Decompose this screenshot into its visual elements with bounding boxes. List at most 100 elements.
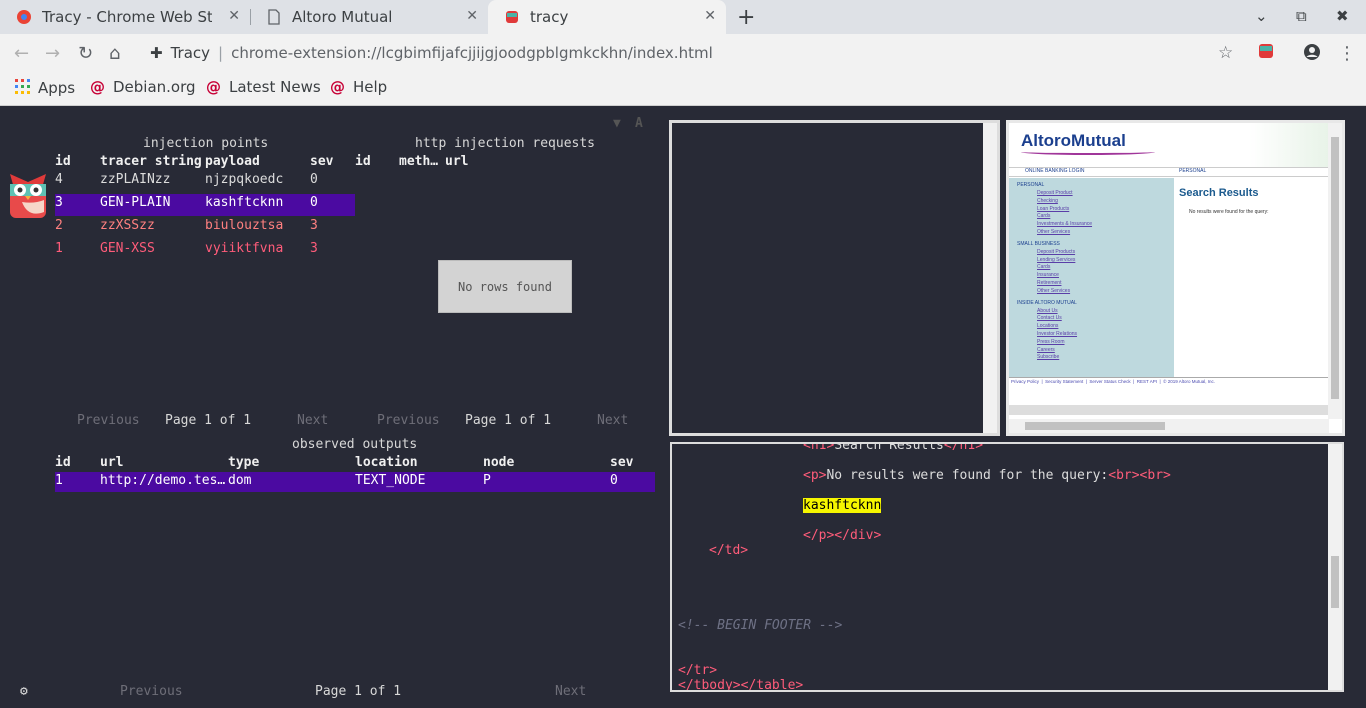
tab-search-icon[interactable]: ⌄ — [1255, 7, 1268, 25]
tab-altoro-mutual[interactable]: Altoro Mutual ✕ — [250, 0, 488, 34]
tracy-extension-icon[interactable] — [1258, 43, 1274, 64]
menu-icon[interactable]: ⋮ — [1338, 43, 1356, 64]
col-id[interactable]: id — [355, 154, 371, 169]
profile-icon[interactable] — [1303, 43, 1321, 66]
altoro-nav-link[interactable]: Locations — [1037, 323, 1058, 329]
altoro-nav-link[interactable]: Retirement — [1037, 280, 1061, 286]
altoro-nav-link[interactable]: Careers — [1037, 347, 1055, 353]
cell-tracer: zzXSSzz — [100, 218, 155, 233]
tab-chrome-web-store[interactable]: Tracy - Chrome Web Store ✕ — [0, 0, 250, 34]
altoro-nav-link[interactable]: Lending Services — [1037, 257, 1075, 263]
altoro-nav-link[interactable]: Deposit Product — [1037, 190, 1073, 196]
altoro-nav-link[interactable]: Other Services — [1037, 229, 1070, 235]
col-id[interactable]: id — [55, 455, 71, 470]
settings-gear-icon[interactable]: ⚙ — [20, 684, 28, 699]
cell-payload: biulouztsa — [205, 218, 284, 233]
next-button[interactable]: Next — [597, 413, 628, 428]
restore-icon[interactable]: ⧉ — [1296, 7, 1307, 25]
font-size-icon[interactable]: A — [635, 116, 643, 131]
cell-payload: kashftcknn — [205, 195, 284, 210]
cell-id: 3 — [55, 195, 63, 210]
bookmark-debian[interactable]: @ Debian.org — [90, 78, 196, 96]
omnibox-separator: | — [218, 44, 224, 62]
col-method[interactable]: meth… — [399, 154, 438, 169]
cell-payload: vyiiktfvna — [205, 241, 284, 256]
code-p-text: No results were found for the query: — [826, 468, 1109, 483]
filter-icon[interactable]: ▼ — [613, 116, 621, 131]
col-tracer-string[interactable]: tracer string — [100, 154, 202, 169]
debian-swirl-icon: @ — [330, 78, 345, 96]
bookmark-star-icon[interactable]: ☆ — [1218, 43, 1233, 63]
tab-title: Altoro Mutual — [292, 8, 393, 26]
altoro-nav-link[interactable]: Insurance — [1037, 272, 1059, 278]
altoro-nav-link[interactable]: Investments & Insurance — [1037, 221, 1092, 227]
close-icon[interactable]: ✕ — [704, 8, 716, 24]
altoro-nav-link[interactable]: Contact Us — [1037, 315, 1062, 321]
close-icon[interactable]: ✕ — [228, 8, 240, 24]
col-url[interactable]: url — [445, 154, 468, 169]
new-tab-button[interactable]: + — [737, 5, 755, 30]
col-location[interactable]: location — [355, 455, 418, 470]
bookmark-apps[interactable]: Apps — [14, 78, 75, 98]
bookmark-latest-news[interactable]: @ Latest News — [206, 78, 321, 96]
bookmark-label: Latest News — [229, 78, 321, 96]
url-text[interactable]: chrome-extension://lcgbimfijafcjjijgjood… — [231, 44, 713, 62]
code-h1-text: Search Results — [834, 442, 944, 453]
altoro-nav-link[interactable]: Checking — [1037, 198, 1058, 204]
col-node[interactable]: node — [483, 455, 514, 470]
cell-payload: njzpqkoedc — [205, 172, 284, 187]
altoro-nav-link[interactable]: Deposit Products — [1037, 249, 1075, 255]
prev-button[interactable]: Previous — [377, 413, 440, 428]
cell-node: P — [483, 473, 491, 488]
altoro-heading: Search Results — [1179, 187, 1259, 199]
personal-tab[interactable]: PERSONAL — [1179, 168, 1206, 174]
source-code-view: <h1>Search Results</h1> <p>No results we… — [670, 442, 1344, 692]
col-id[interactable]: id — [55, 154, 71, 169]
altoro-section-title[interactable]: INSIDE ALTORO MUTUAL — [1017, 300, 1077, 306]
address-bar[interactable]: ✚ Tracy | chrome-extension://lcgbimfijaf… — [138, 38, 1248, 68]
cell-id: 2 — [55, 218, 63, 233]
reload-icon[interactable]: ↻ — [78, 43, 93, 64]
cell-id: 1 — [55, 473, 63, 488]
altoro-nav-link[interactable]: Investor Relations — [1037, 331, 1077, 337]
altoro-nav-link[interactable]: Cards — [1037, 264, 1050, 270]
scrollbar[interactable] — [1328, 123, 1342, 419]
altoro-nav-link[interactable]: Cards — [1037, 213, 1050, 219]
page-indicator: Page 1 of 1 — [165, 413, 252, 428]
altoro-nav-link[interactable]: Other Services — [1037, 288, 1070, 294]
debian-swirl-icon: @ — [206, 78, 221, 96]
debian-swirl-icon: @ — [90, 78, 105, 96]
login-link[interactable]: ONLINE BANKING LOGIN — [1025, 168, 1084, 174]
col-url[interactable]: url — [100, 455, 123, 470]
col-sev[interactable]: sev — [310, 154, 333, 169]
altoro-sidebar: PERSONAL Deposit Product Checking Loan Prod… — [1009, 178, 1174, 378]
prev-button[interactable]: Previous — [120, 684, 183, 699]
next-button[interactable]: Next — [297, 413, 328, 428]
cell-url: http://demo.tes… — [100, 473, 225, 488]
scrollbar[interactable] — [983, 123, 997, 433]
close-window-icon[interactable]: ✖ — [1336, 7, 1349, 25]
forward-icon[interactable]: → — [45, 43, 60, 64]
close-icon[interactable]: ✕ — [466, 8, 478, 24]
horizontal-scrollbar[interactable] — [1009, 419, 1329, 433]
col-payload[interactable]: payload — [205, 154, 260, 169]
col-type[interactable]: type — [228, 455, 259, 470]
altoro-section-title[interactable]: PERSONAL — [1017, 182, 1044, 188]
back-icon[interactable]: ← — [14, 43, 29, 64]
scrollbar[interactable] — [1328, 444, 1342, 690]
altoro-nav-link[interactable]: Subscribe — [1037, 354, 1059, 360]
altoro-section-title[interactable]: SMALL BUSINESS — [1017, 241, 1060, 247]
bookmark-label: Apps — [38, 79, 76, 97]
altoro-nav-link[interactable]: About Us — [1037, 308, 1058, 314]
bookmark-label: Help — [353, 78, 388, 96]
altoro-nav-link[interactable]: Press Room — [1037, 339, 1065, 345]
tab-tracy[interactable]: tracy ✕ — [488, 0, 726, 34]
web-store-icon — [16, 9, 32, 25]
next-button[interactable]: Next — [555, 684, 586, 699]
prev-button[interactable]: Previous — [77, 413, 140, 428]
col-sev[interactable]: sev — [610, 455, 633, 470]
altoro-nav-link[interactable]: Loan Products — [1037, 206, 1069, 212]
cell-sev: 0 — [310, 195, 318, 210]
home-icon[interactable]: ⌂ — [109, 43, 120, 64]
bookmark-help[interactable]: @ Help — [330, 78, 387, 96]
